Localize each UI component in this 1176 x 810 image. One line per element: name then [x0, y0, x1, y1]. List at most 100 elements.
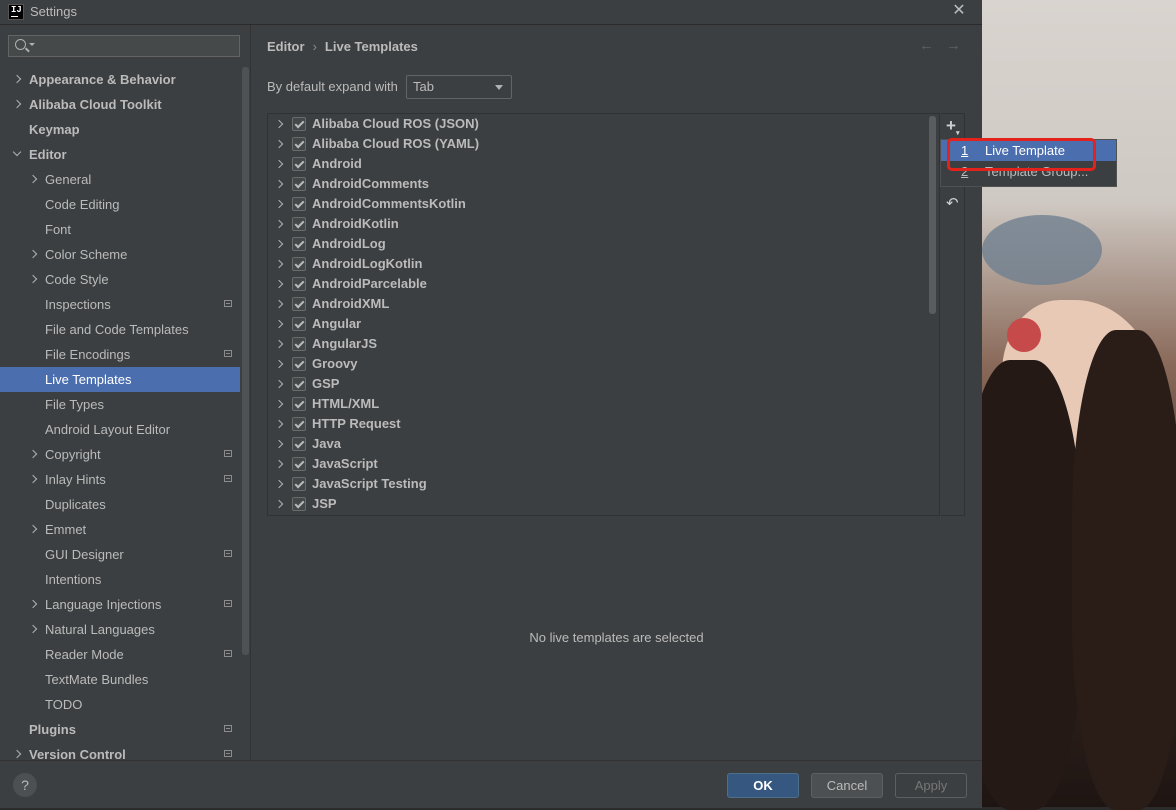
template-group-row[interactable]: HTTP Request — [268, 414, 939, 434]
enabled-checkbox[interactable] — [292, 337, 306, 351]
template-group-row[interactable]: AndroidLogKotlin — [268, 254, 939, 274]
expand-with-dropdown[interactable]: Tab — [406, 75, 512, 99]
template-group-row[interactable]: JavaScript — [268, 454, 939, 474]
enabled-checkbox[interactable] — [292, 257, 306, 271]
add-button[interactable]: + ▾ — [946, 117, 960, 137]
apply-button[interactable]: Apply — [895, 773, 967, 798]
close-icon[interactable]: ✕ — [950, 1, 968, 21]
template-group-row[interactable]: HTML/XML — [268, 394, 939, 414]
enabled-checkbox[interactable] — [292, 457, 306, 471]
search-input[interactable] — [8, 35, 240, 57]
enabled-checkbox[interactable] — [292, 477, 306, 491]
sidebar-item-font[interactable]: Font — [0, 217, 240, 242]
sidebar-item-appearance-behavior[interactable]: Appearance & Behavior — [0, 67, 240, 92]
template-group-row[interactable]: Alibaba Cloud ROS (JSON) — [268, 114, 939, 134]
sidebar-item-code-style[interactable]: Code Style — [0, 267, 240, 292]
enabled-checkbox[interactable] — [292, 417, 306, 431]
chevron-right-icon[interactable] — [274, 239, 284, 249]
chevron-right-icon[interactable] — [274, 179, 284, 189]
chevron-right-icon[interactable] — [274, 199, 284, 209]
chevron-right-icon[interactable] — [274, 399, 284, 409]
chevron-right-icon[interactable] — [274, 319, 284, 329]
template-group-row[interactable]: AndroidComments — [268, 174, 939, 194]
chevron-right-icon[interactable] — [28, 274, 38, 284]
sidebar-item-color-scheme[interactable]: Color Scheme — [0, 242, 240, 267]
sidebar-item-keymap[interactable]: Keymap — [0, 117, 240, 142]
template-group-row[interactable]: AngularJS — [268, 334, 939, 354]
template-list-scrollbar[interactable] — [929, 116, 936, 314]
sidebar-item-duplicates[interactable]: Duplicates — [0, 492, 240, 517]
sidebar-item-natural-languages[interactable]: Natural Languages — [0, 617, 240, 642]
chevron-right-icon[interactable] — [274, 499, 284, 509]
chevron-right-icon[interactable] — [28, 624, 38, 634]
template-group-row[interactable]: AndroidParcelable — [268, 274, 939, 294]
sidebar-item-language-injections[interactable]: Language Injections — [0, 592, 240, 617]
chevron-right-icon[interactable] — [12, 74, 22, 84]
enabled-checkbox[interactable] — [292, 217, 306, 231]
chevron-right-icon[interactable] — [12, 749, 22, 759]
sidebar-item-reader-mode[interactable]: Reader Mode — [0, 642, 240, 667]
chevron-right-icon[interactable] — [274, 479, 284, 489]
enabled-checkbox[interactable] — [292, 297, 306, 311]
enabled-checkbox[interactable] — [292, 177, 306, 191]
sidebar-item-todo[interactable]: TODO — [0, 692, 240, 717]
sidebar-item-intentions[interactable]: Intentions — [0, 567, 240, 592]
help-button[interactable]: ? — [13, 773, 37, 797]
sidebar-item-code-editing[interactable]: Code Editing — [0, 192, 240, 217]
chevron-right-icon[interactable] — [274, 339, 284, 349]
enabled-checkbox[interactable] — [292, 437, 306, 451]
template-group-row[interactable]: Groovy — [268, 354, 939, 374]
chevron-right-icon[interactable] — [274, 279, 284, 289]
chevron-right-icon[interactable] — [274, 119, 284, 129]
chevron-right-icon[interactable] — [274, 299, 284, 309]
sidebar-item-live-templates[interactable]: Live Templates — [0, 367, 240, 392]
chevron-right-icon[interactable] — [274, 139, 284, 149]
enabled-checkbox[interactable] — [292, 397, 306, 411]
enabled-checkbox[interactable] — [292, 497, 306, 511]
enabled-checkbox[interactable] — [292, 137, 306, 151]
enabled-checkbox[interactable] — [292, 357, 306, 371]
sidebar-scrollbar[interactable] — [242, 67, 249, 655]
restore-defaults-button[interactable]: ↶ — [946, 194, 959, 212]
sidebar-item-inlay-hints[interactable]: Inlay Hints — [0, 467, 240, 492]
sidebar-item-file-and-code-templates[interactable]: File and Code Templates — [0, 317, 240, 342]
sidebar-item-inspections[interactable]: Inspections — [0, 292, 240, 317]
enabled-checkbox[interactable] — [292, 197, 306, 211]
template-group-row[interactable]: JavaScript Testing — [268, 474, 939, 494]
sidebar-item-file-encodings[interactable]: File Encodings — [0, 342, 240, 367]
chevron-down-icon[interactable] — [12, 147, 22, 157]
sidebar-item-copyright[interactable]: Copyright — [0, 442, 240, 467]
sidebar-item-file-types[interactable]: File Types — [0, 392, 240, 417]
chevron-right-icon[interactable] — [274, 159, 284, 169]
breadcrumb-editor[interactable]: Editor — [267, 39, 305, 54]
enabled-checkbox[interactable] — [292, 317, 306, 331]
sidebar-item-plugins[interactable]: Plugins — [0, 717, 240, 742]
enabled-checkbox[interactable] — [292, 117, 306, 131]
template-group-row[interactable]: AndroidCommentsKotlin — [268, 194, 939, 214]
chevron-right-icon[interactable] — [274, 419, 284, 429]
chevron-right-icon[interactable] — [12, 99, 22, 109]
sidebar-item-alibaba-cloud-toolkit[interactable]: Alibaba Cloud Toolkit — [0, 92, 240, 117]
chevron-right-icon[interactable] — [28, 249, 38, 259]
sidebar-item-android-layout-editor[interactable]: Android Layout Editor — [0, 417, 240, 442]
sidebar-item-emmet[interactable]: Emmet — [0, 517, 240, 542]
chevron-right-icon[interactable] — [28, 449, 38, 459]
template-group-row[interactable]: AndroidKotlin — [268, 214, 939, 234]
ok-button[interactable]: OK — [727, 773, 799, 798]
cancel-button[interactable]: Cancel — [811, 773, 883, 798]
template-group-row[interactable]: Alibaba Cloud ROS (YAML) — [268, 134, 939, 154]
chevron-right-icon[interactable] — [28, 599, 38, 609]
sidebar-item-general[interactable]: General — [0, 167, 240, 192]
template-group-row[interactable]: Java — [268, 434, 939, 454]
chevron-right-icon[interactable] — [274, 459, 284, 469]
search-history-icon[interactable] — [29, 43, 35, 46]
back-arrow-icon[interactable]: ← — [919, 37, 934, 54]
enabled-checkbox[interactable] — [292, 157, 306, 171]
chevron-right-icon[interactable] — [28, 524, 38, 534]
enabled-checkbox[interactable] — [292, 237, 306, 251]
template-group-row[interactable]: GSP — [268, 374, 939, 394]
chevron-right-icon[interactable] — [28, 174, 38, 184]
chevron-right-icon[interactable] — [274, 219, 284, 229]
enabled-checkbox[interactable] — [292, 277, 306, 291]
chevron-right-icon[interactable] — [28, 474, 38, 484]
